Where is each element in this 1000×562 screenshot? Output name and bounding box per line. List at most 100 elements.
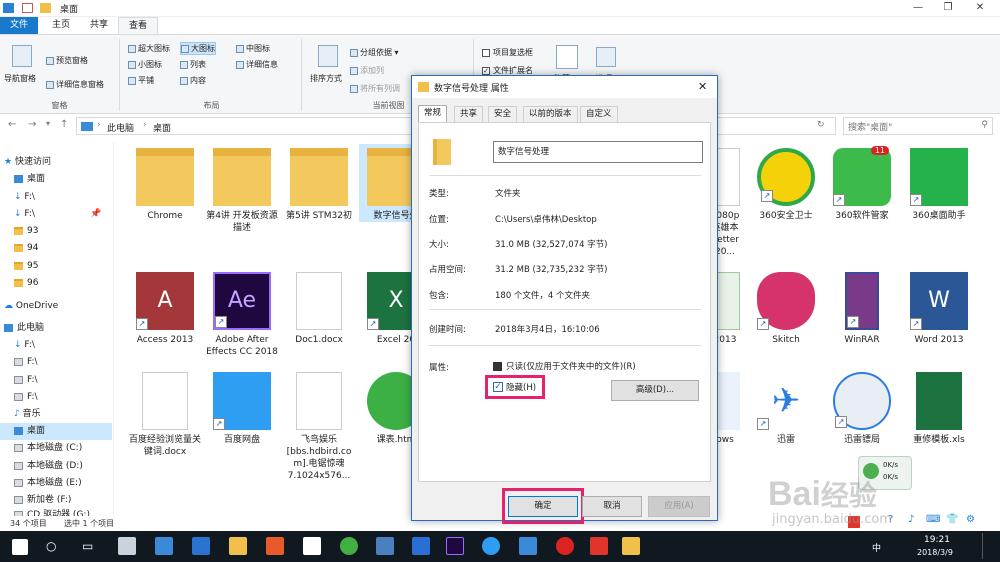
back-button[interactable]: ← xyxy=(8,119,16,130)
options-icon[interactable] xyxy=(596,47,616,67)
folder-taskbar-icon[interactable] xyxy=(622,537,640,555)
file-tile[interactable]: ↗ Skitch xyxy=(749,272,823,346)
maximize-button[interactable]: ❐ xyxy=(938,2,958,13)
clock-time[interactable]: 19:21 xyxy=(924,535,950,545)
minimize-button[interactable]: — xyxy=(908,2,928,13)
nav-drive-c[interactable]: 本地磁盘 (C:) xyxy=(14,440,126,457)
nav-this-pc[interactable]: 此电脑 xyxy=(4,320,116,337)
file-tile[interactable]: ✈ ↗ 迅雷 xyxy=(749,372,823,446)
fit-columns-button[interactable]: 将所有列调 xyxy=(350,83,400,94)
nav-f-1[interactable]: ↓ F:\ xyxy=(14,337,126,354)
ie-icon[interactable] xyxy=(155,537,173,555)
file-tile[interactable]: 重修模板.xls xyxy=(902,372,976,446)
sort-button[interactable]: 排序方式 xyxy=(310,73,342,84)
nav-pane-button[interactable]: 导航窗格 xyxy=(4,73,36,84)
tab-security[interactable]: 安全 xyxy=(488,106,518,122)
cancel-button[interactable]: 取消 xyxy=(582,496,642,517)
nav-drive-d[interactable]: 本地磁盘 (D:) xyxy=(14,458,126,475)
refresh-icon[interactable]: ↻ xyxy=(817,120,825,130)
layout-extra-large[interactable]: 超大图标 xyxy=(128,43,170,54)
tab-view[interactable]: 查看 xyxy=(118,17,159,34)
nav-pane-icon[interactable] xyxy=(12,45,32,67)
search-input[interactable]: 搜索"桌面" ⚲ xyxy=(843,117,993,135)
file-tile[interactable]: Doc1.docx xyxy=(282,272,356,346)
layout-small[interactable]: 小图标 xyxy=(128,59,162,70)
file-tile[interactable]: ↗ 360安全卫士 xyxy=(749,148,823,222)
preview-pane-button[interactable]: 预览窗格 xyxy=(46,55,88,66)
xunlei-taskbar-icon[interactable] xyxy=(519,537,537,555)
remote-icon[interactable] xyxy=(376,537,394,555)
file-tile[interactable]: A ↗ Access 2013 xyxy=(128,272,202,346)
folder-name-input[interactable]: 数字信号处理 xyxy=(493,141,703,163)
file-tile[interactable]: ↗ 360桌面助手 xyxy=(902,148,976,222)
layout-list[interactable]: 列表 xyxy=(180,59,206,70)
nav-f-drive-2[interactable]: ↓ F:\ xyxy=(14,206,126,223)
search-icon[interactable]: ○ xyxy=(46,539,56,553)
file-tile[interactable]: 百度经验浏览量关键词.docx xyxy=(128,372,202,458)
clock-date[interactable]: 2018/3/9 xyxy=(917,548,953,557)
baidu-netdisk-taskbar-icon[interactable] xyxy=(482,537,500,555)
file-tile[interactable]: 飞鸟娱乐 [bbs.hdbird.co m].电锯惊魂 7.1024x576..… xyxy=(282,372,356,482)
tab-home[interactable]: 主页 xyxy=(42,17,80,34)
layout-content[interactable]: 内容 xyxy=(180,75,206,86)
advanced-button[interactable]: 高级(D)... xyxy=(611,380,699,401)
nav-f-3[interactable]: F:\ xyxy=(14,372,126,389)
store-icon[interactable] xyxy=(266,537,284,555)
layout-details[interactable]: 详细信息 xyxy=(236,59,278,70)
dialog-close-button[interactable]: ✕ xyxy=(698,80,707,93)
nav-quick-access[interactable]: ★ 快速访问 xyxy=(4,154,116,171)
tab-previous-versions[interactable]: 以前的版本 xyxy=(523,106,578,122)
item-checkbox-toggle[interactable]: 项目复选框 xyxy=(482,47,533,58)
details-pane-button[interactable]: 详细信息窗格 xyxy=(46,79,104,90)
ime-indicator[interactable]: 中 xyxy=(872,541,881,554)
file-tile[interactable]: 第5讲 STM32初 xyxy=(282,148,356,222)
keyboard-icon[interactable]: ⌨ xyxy=(926,514,940,525)
netease-music-icon[interactable] xyxy=(556,537,574,555)
file-tile[interactable]: 11 ↗ 360软件管家 xyxy=(825,146,899,222)
recent-locations-icon[interactable]: ▾ xyxy=(46,119,50,128)
settings-icon[interactable]: ⚙ xyxy=(966,514,975,525)
start-icon[interactable] xyxy=(12,539,28,555)
after-effects-taskbar-icon[interactable] xyxy=(446,537,464,555)
mic-icon[interactable]: ♪ xyxy=(908,514,914,525)
fan-app-icon[interactable] xyxy=(118,537,136,555)
file-tile[interactable]: ↗ 迅雷镖局 xyxy=(825,372,899,446)
nav-onedrive[interactable]: ☁ OneDrive xyxy=(4,298,116,315)
edge-icon[interactable] xyxy=(192,537,210,555)
layout-large[interactable]: 大图标 xyxy=(180,42,216,55)
file-tile[interactable]: ↗ WinRAR xyxy=(825,272,899,346)
nav-music[interactable]: ♪ 音乐 xyxy=(14,406,126,423)
shirt-icon[interactable]: 👕 xyxy=(946,514,958,525)
file-tile[interactable]: Chrome xyxy=(128,148,202,222)
breadcrumb-desktop[interactable]: 桌面 xyxy=(153,121,171,134)
tab-general[interactable]: 常规 xyxy=(418,105,448,123)
nav-f-2[interactable]: F:\ xyxy=(14,354,126,371)
tab-customize[interactable]: 自定义 xyxy=(580,106,618,122)
show-desktop-button[interactable] xyxy=(982,533,996,559)
nav-folder-95[interactable]: 95 xyxy=(14,258,126,275)
layout-tiles[interactable]: 平铺 xyxy=(128,75,154,86)
forward-button[interactable]: → xyxy=(28,119,36,130)
nav-f-drive[interactable]: ↓ F:\ xyxy=(14,189,126,206)
tab-sharing[interactable]: 共享 xyxy=(454,106,484,122)
nav-folder-94[interactable]: 94 xyxy=(14,240,126,257)
nav-drive-e[interactable]: 本地磁盘 (E:) xyxy=(14,475,126,492)
layout-medium[interactable]: 中图标 xyxy=(236,43,270,54)
apply-button[interactable]: 应用(A) xyxy=(648,496,710,517)
sogou-icon[interactable] xyxy=(590,537,608,555)
properties-quick-icon[interactable] xyxy=(22,3,33,13)
monitor-icon[interactable] xyxy=(412,537,430,555)
file-tile[interactable]: 第4讲 开发板资源描述 xyxy=(205,148,279,234)
readonly-checkbox[interactable] xyxy=(493,362,502,371)
file-tile[interactable]: Ae ↗ Adobe After Effects CC 2018 xyxy=(205,272,279,358)
hide-selected-icon[interactable] xyxy=(556,45,578,69)
file-tile[interactable]: ↗ 百度网盘 xyxy=(205,372,279,446)
360-browser-icon[interactable] xyxy=(340,537,358,555)
nav-desktop-selected[interactable]: 桌面 xyxy=(0,423,112,440)
group-by-button[interactable]: 分组依据 ▾ xyxy=(350,47,399,58)
sort-icon[interactable] xyxy=(318,45,338,67)
nav-f-4[interactable]: F:\ xyxy=(14,389,126,406)
file-explorer-icon[interactable] xyxy=(229,537,247,555)
new-folder-quick-icon[interactable] xyxy=(40,3,51,13)
mail-icon[interactable] xyxy=(303,537,321,555)
